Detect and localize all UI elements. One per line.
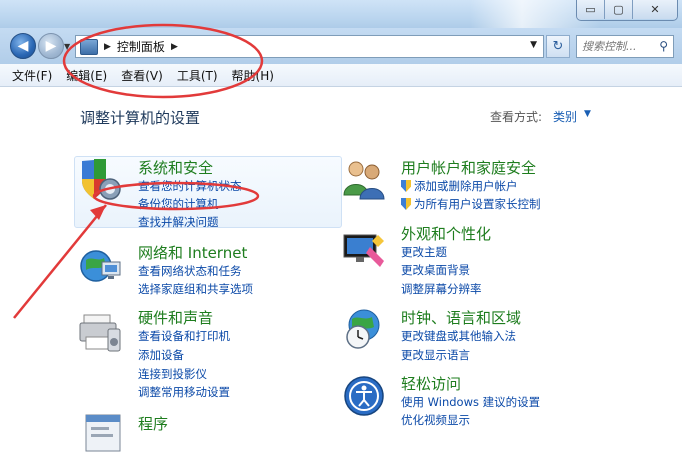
search-box[interactable]: ⚲ xyxy=(576,35,674,58)
link-connect-projector[interactable]: 连接到投影仪 xyxy=(138,366,207,382)
close-button[interactable]: ✕ xyxy=(633,0,677,19)
view-by-select[interactable]: 类别 xyxy=(553,108,577,125)
breadcrumb-control-panel[interactable]: 控制面板 xyxy=(117,38,165,55)
category-hardware-sound[interactable]: 硬件和声音 xyxy=(138,307,213,328)
view-by-label: 查看方式: xyxy=(490,110,543,124)
ease-of-access-icon[interactable] xyxy=(342,374,386,418)
link-backup-computer[interactable]: 备份您的计算机 xyxy=(138,196,219,212)
uac-shield-icon xyxy=(401,180,411,192)
programs-icon[interactable] xyxy=(82,409,126,453)
link-network-status[interactable]: 查看网络状态和任务 xyxy=(138,263,242,279)
forward-button[interactable]: ▶ xyxy=(38,33,64,59)
category-system-security[interactable]: 系统和安全 xyxy=(138,157,213,178)
category-user-accounts[interactable]: 用户帐户和家庭安全 xyxy=(401,157,536,178)
link-display-language[interactable]: 更改显示语言 xyxy=(401,347,470,363)
forward-arrow-icon: ▶ xyxy=(45,38,57,54)
view-by-dropdown-icon[interactable]: ▼ xyxy=(584,109,591,119)
navigation-bar: ◀ ▶ ▼ ▶ 控制面板 ▶ ▼ ↻ ⚲ xyxy=(0,28,682,64)
control-panel-icon xyxy=(80,38,98,55)
close-icon: ✕ xyxy=(650,3,660,16)
link-parental-controls-label: 为所有用户设置家长控制 xyxy=(414,197,541,211)
link-troubleshoot[interactable]: 查找并解决问题 xyxy=(138,214,219,230)
recent-pages-dropdown[interactable]: ▼ xyxy=(64,42,70,51)
link-parental-controls[interactable]: 为所有用户设置家长控制 xyxy=(401,196,541,212)
link-devices-printers[interactable]: 查看设备和打印机 xyxy=(138,328,230,344)
link-windows-recommended-settings[interactable]: 使用 Windows 建议的设置 xyxy=(401,394,540,410)
link-add-remove-accounts[interactable]: 添加或删除用户帐户 xyxy=(401,178,518,194)
search-input[interactable] xyxy=(582,40,654,53)
link-optimize-display[interactable]: 优化视频显示 xyxy=(401,412,470,428)
breadcrumb-arrow-icon[interactable]: ▶ xyxy=(171,42,178,52)
category-programs[interactable]: 程序 xyxy=(138,413,168,434)
menu-bar: 文件(F) 编辑(E) 查看(V) 工具(T) 帮助(H) xyxy=(0,64,682,87)
minimize-button[interactable]: ▭ xyxy=(577,0,605,19)
category-network-internet[interactable]: 网络和 Internet xyxy=(138,242,247,263)
link-mobility-settings[interactable]: 调整常用移动设置 xyxy=(138,384,230,400)
appearance-icon[interactable] xyxy=(342,227,386,271)
content-area: 调整计算机的设置 查看方式: 类别 ▼ 系统和安全 查看您的计算机状态 备份您的… xyxy=(0,87,682,452)
back-button[interactable]: ◀ xyxy=(10,33,36,59)
link-view-computer-status[interactable]: 查看您的计算机状态 xyxy=(138,178,242,194)
category-appearance[interactable]: 外观和个性化 xyxy=(401,223,491,244)
address-dropdown-icon[interactable]: ▼ xyxy=(530,40,537,50)
link-add-remove-accounts-label: 添加或删除用户帐户 xyxy=(414,179,518,193)
menu-help[interactable]: 帮助(H) xyxy=(225,67,281,84)
clock-globe-icon[interactable] xyxy=(342,307,386,351)
network-globe-icon[interactable] xyxy=(78,244,122,288)
hardware-printer-icon[interactable] xyxy=(78,309,122,353)
link-screen-resolution[interactable]: 调整屏幕分辨率 xyxy=(401,281,482,297)
link-keyboard-input[interactable]: 更改键盘或其他输入法 xyxy=(401,328,516,344)
page-title: 调整计算机的设置 xyxy=(80,109,201,127)
link-homegroup-sharing[interactable]: 选择家庭组和共享选项 xyxy=(138,281,253,297)
maximize-button[interactable]: ▢ xyxy=(605,0,633,19)
link-change-theme[interactable]: 更改主题 xyxy=(401,244,447,260)
breadcrumb-separator-icon[interactable]: ▶ xyxy=(104,42,111,52)
link-add-device[interactable]: 添加设备 xyxy=(138,347,184,363)
menu-edit[interactable]: 编辑(E) xyxy=(59,67,114,84)
uac-shield-icon xyxy=(401,198,411,210)
category-ease-of-access[interactable]: 轻松访问 xyxy=(401,373,461,394)
back-arrow-icon: ◀ xyxy=(17,38,29,54)
window-controls: ▭ ▢ ✕ xyxy=(576,0,678,21)
refresh-icon: ↻ xyxy=(552,39,564,54)
search-icon[interactable]: ⚲ xyxy=(659,39,668,53)
users-icon[interactable] xyxy=(342,157,386,201)
menu-file[interactable]: 文件(F) xyxy=(0,67,59,84)
menu-tools[interactable]: 工具(T) xyxy=(170,67,225,84)
address-bar[interactable]: ▶ 控制面板 ▶ ▼ xyxy=(75,35,544,58)
minimize-icon: ▭ xyxy=(585,3,596,16)
refresh-button[interactable]: ↻ xyxy=(546,35,570,58)
maximize-icon: ▢ xyxy=(613,3,624,16)
menu-view[interactable]: 查看(V) xyxy=(114,67,170,84)
category-clock-language-region[interactable]: 时钟、语言和区域 xyxy=(401,307,521,328)
security-shield-icon[interactable] xyxy=(78,157,122,201)
link-change-background[interactable]: 更改桌面背景 xyxy=(401,262,470,278)
